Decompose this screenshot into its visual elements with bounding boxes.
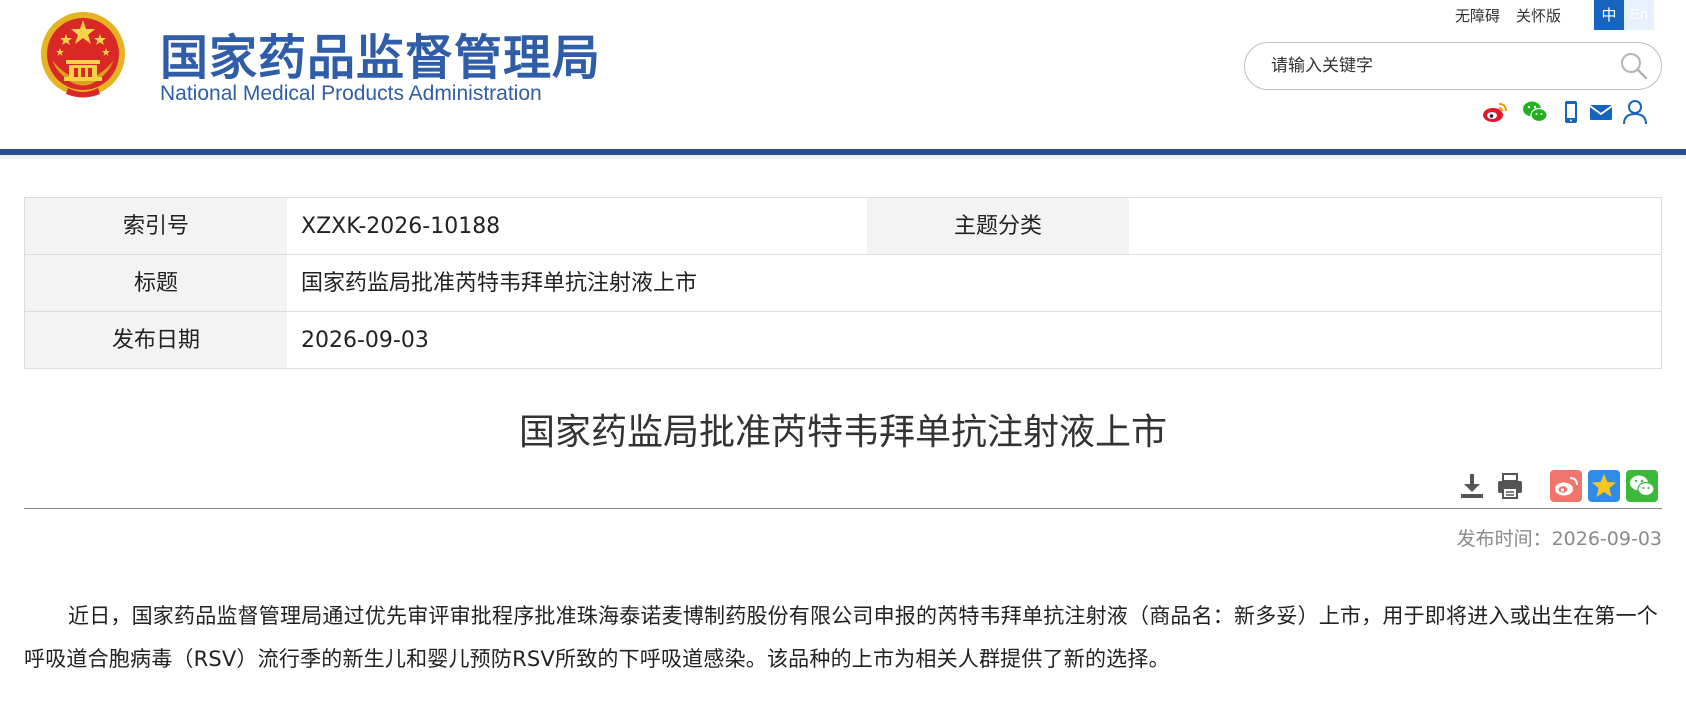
mail-icon[interactable]: [1587, 98, 1615, 126]
download-icon[interactable]: [1456, 470, 1488, 502]
article-title: 国家药监局批准芮特韦拜单抗注射液上市: [518, 412, 1167, 453]
table-row: 标题 国家药监局批准芮特韦拜单抗注射液上市: [25, 255, 1661, 312]
share-qzone-icon[interactable]: [1588, 470, 1620, 502]
accessibility-link[interactable]: 无障碍: [1455, 5, 1500, 26]
index-label: 索引号: [25, 198, 287, 254]
search-box: [1244, 42, 1662, 90]
share-weibo-icon[interactable]: [1550, 470, 1582, 502]
wechat-icon[interactable]: [1521, 98, 1549, 126]
topic-value: [1129, 198, 1661, 254]
title-value: 国家药监局批准芮特韦拜单抗注射液上市: [301, 271, 698, 296]
index-value: XZXK-2026-10188: [301, 214, 501, 239]
elder-mode-link[interactable]: 关怀版: [1516, 5, 1561, 26]
print-icon[interactable]: [1494, 470, 1526, 502]
date-value: 2026-09-03: [301, 328, 429, 353]
article-divider: [24, 508, 1662, 509]
lang-zh-button[interactable]: 中: [1594, 0, 1624, 30]
search-icon[interactable]: [1619, 51, 1649, 81]
title-label: 标题: [25, 255, 287, 311]
mobile-icon[interactable]: [1557, 98, 1585, 126]
table-row: 发布日期 2026-09-03: [25, 312, 1661, 368]
topic-label: 主题分类: [867, 198, 1129, 254]
search-input[interactable]: [1271, 51, 1601, 81]
article-body: 近日，国家药品监督管理局通过优先审评审批程序批准珠海泰诺麦博制药股份有限公司申报…: [24, 604, 1658, 671]
table-row: 索引号 XZXK-2026-10188 主题分类: [25, 198, 1661, 255]
site-name-cn[interactable]: 国家药品监督管理局: [160, 18, 601, 88]
weibo-icon[interactable]: [1481, 98, 1509, 126]
site-name-en[interactable]: National Medical Products Administration: [160, 82, 542, 106]
info-table: 索引号 XZXK-2026-10188 主题分类 标题 国家药监局批准芮特韦拜单…: [24, 197, 1662, 369]
lang-en-button[interactable]: En: [1624, 0, 1654, 30]
site-header: 国家药品监督管理局 National Medical Products Admi…: [0, 0, 1686, 149]
header-shadow: [0, 155, 1686, 159]
share-wechat-icon[interactable]: [1626, 470, 1658, 502]
date-label: 发布日期: [25, 312, 287, 368]
user-icon[interactable]: [1621, 98, 1649, 126]
publish-time: 发布时间：2026-09-03: [1456, 528, 1662, 550]
national-emblem-icon[interactable]: [38, 8, 128, 103]
